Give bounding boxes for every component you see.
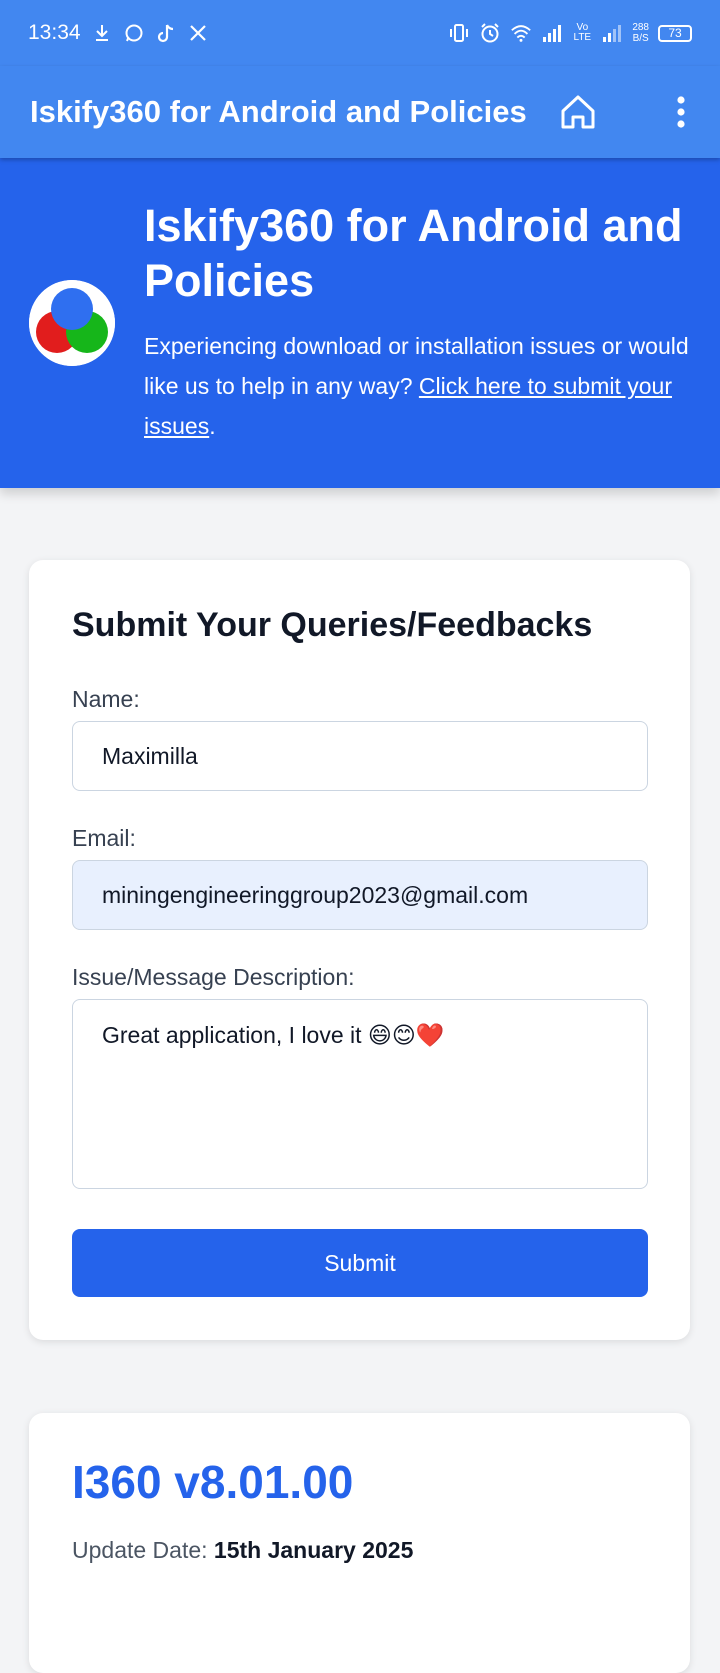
name-label: Name: — [72, 686, 140, 712]
app-bar-title: Iskify360 for Android and Policies — [30, 94, 527, 129]
tiktok-icon — [155, 22, 177, 44]
email-value: miningengineeringgroup2023@gmail.com — [102, 881, 529, 908]
update-date-value: 15th January 2025 — [213, 1537, 414, 1563]
form-title: Submit Your Queries/Feedbacks — [72, 606, 593, 644]
status-time: 13:34 — [28, 21, 81, 44]
app-bar: Iskify360 for Android and Policies — [0, 66, 720, 158]
status-bar: 13:34 Vo LTE 288 B/S 73 — [0, 0, 720, 66]
lte-label: Vo LTE — [573, 22, 592, 43]
version-card: I360 v8.01.00 Update Date: 15th January … — [29, 1413, 690, 1673]
app-logo — [29, 280, 115, 366]
signal-icon — [541, 22, 563, 44]
name-value: Maximilla — [102, 742, 198, 769]
submit-label: Submit — [324, 1249, 396, 1276]
hero-description: Experiencing download or installation is… — [144, 326, 689, 446]
hero-banner: Iskify360 for Android and Policies Exper… — [0, 158, 720, 488]
net-speed-value: 288 — [632, 22, 649, 33]
vibrate-icon — [448, 22, 470, 44]
hero-text-end: . — [209, 413, 216, 439]
status-bar-left: 13:34 — [28, 21, 209, 45]
battery-level: 73 — [668, 26, 682, 40]
signal-icon-2 — [601, 22, 623, 44]
more-vert-icon — [677, 96, 685, 128]
message-label: Issue/Message Description: — [72, 964, 355, 990]
wifi-icon — [510, 22, 532, 44]
x-icon — [187, 22, 209, 44]
feedback-form-card: Submit Your Queries/Feedbacks Name: Maxi… — [29, 560, 690, 1340]
version-title: I360 v8.01.00 — [72, 1456, 354, 1508]
update-date-line: Update Date: 15th January 2025 — [72, 1537, 413, 1564]
net-speed: 288 B/S — [632, 22, 649, 44]
hero-title: Iskify360 for Android and Policies — [144, 200, 683, 306]
download-icon — [91, 22, 113, 44]
message-textarea[interactable]: Great application, I love it 😄😊❤️ — [72, 999, 648, 1189]
name-input[interactable]: Maximilla — [72, 721, 648, 791]
email-input[interactable]: miningengineeringgroup2023@gmail.com — [72, 860, 648, 930]
battery-icon: 73 — [658, 24, 692, 42]
message-value: Great application, I love it 😄😊❤️ — [102, 1022, 445, 1048]
home-icon — [561, 95, 595, 129]
alarm-icon — [479, 22, 501, 44]
home-button[interactable] — [556, 90, 600, 134]
overflow-menu-button[interactable] — [666, 90, 696, 134]
update-date-label: Update Date: — [72, 1537, 208, 1563]
whatsapp-icon — [123, 22, 145, 44]
email-label: Email: — [72, 825, 136, 851]
submit-button[interactable]: Submit — [72, 1229, 648, 1297]
net-speed-unit: B/S — [632, 33, 649, 44]
status-bar-right: Vo LTE 288 B/S 73 — [448, 22, 692, 44]
